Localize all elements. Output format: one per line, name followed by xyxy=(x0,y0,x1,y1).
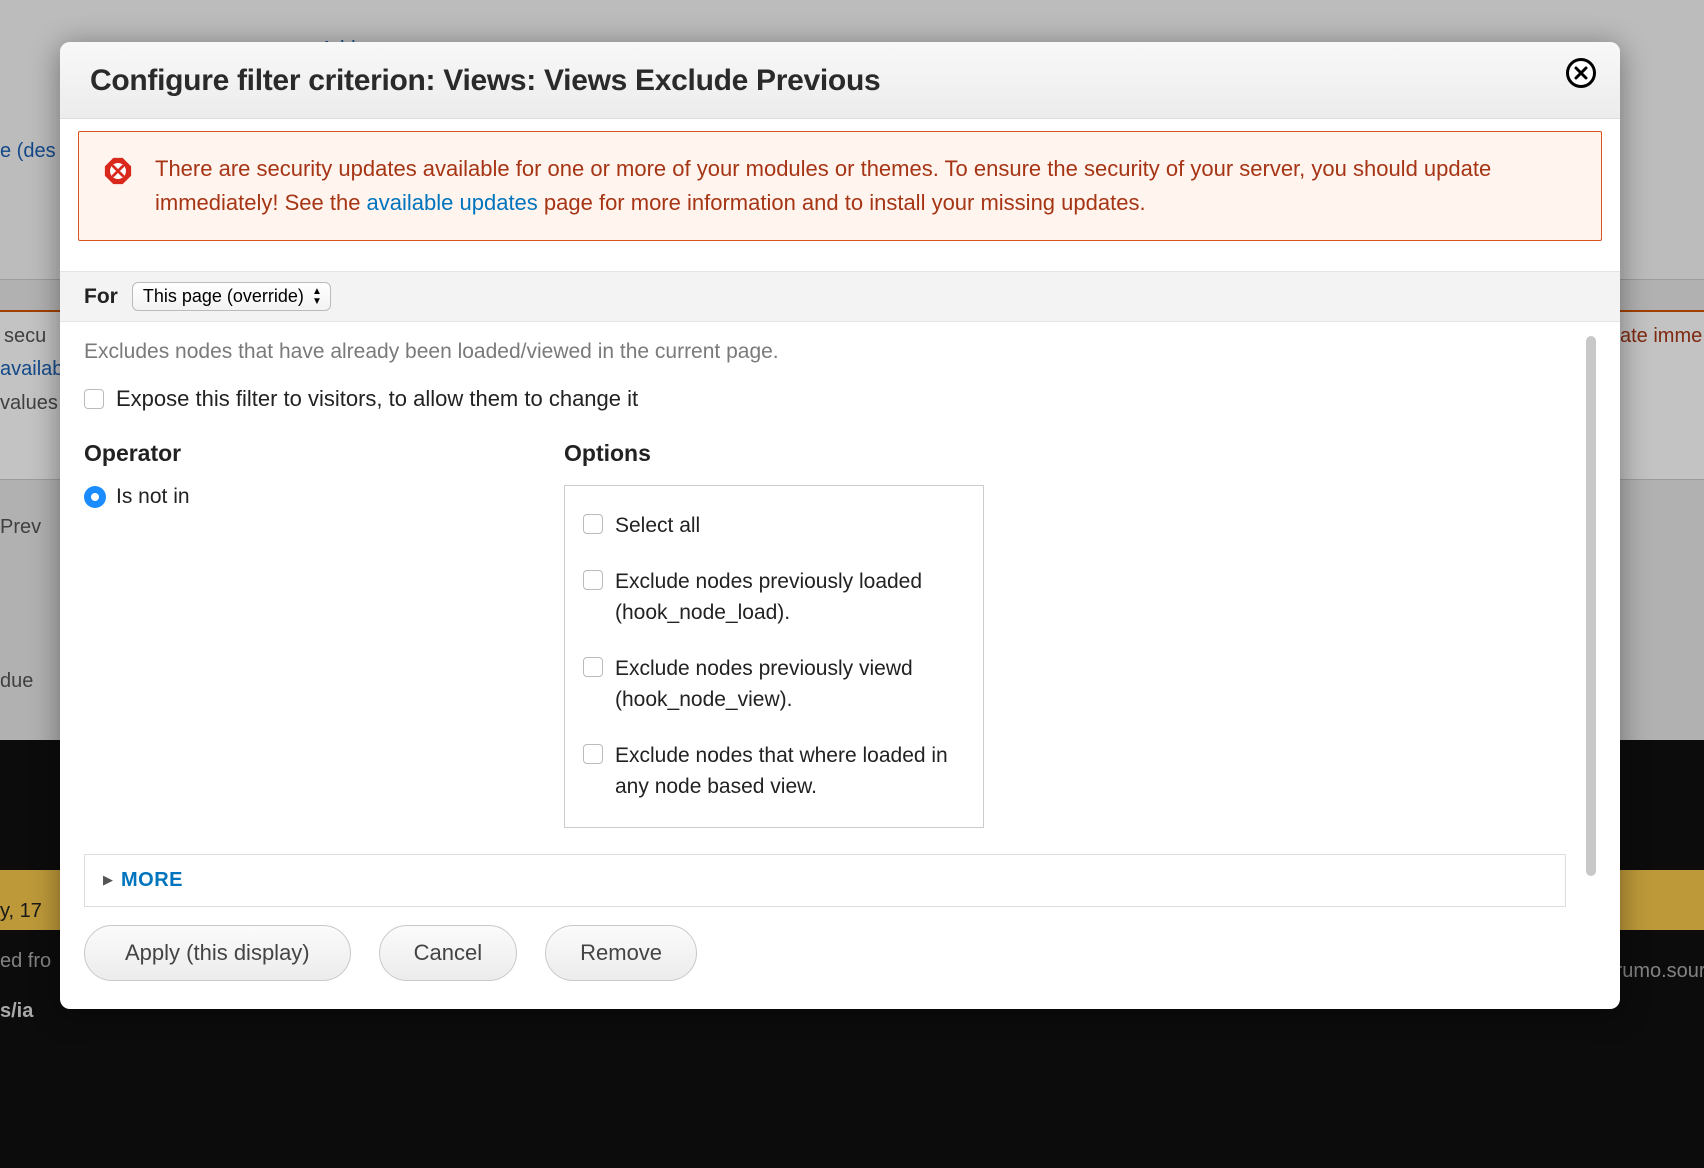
cancel-button[interactable]: Cancel xyxy=(379,925,517,981)
available-updates-link[interactable]: available updates xyxy=(367,190,538,215)
remove-button[interactable]: Remove xyxy=(545,925,697,981)
option-label: Exclude nodes previously viewd (hook_nod… xyxy=(615,653,965,716)
options-heading: Options xyxy=(564,440,984,467)
option-label: Select all xyxy=(615,510,700,542)
option-exclude-viewed-checkbox[interactable] xyxy=(583,657,603,677)
close-icon[interactable] xyxy=(1566,58,1596,88)
dialog-footer: Apply (this display) Cancel Remove xyxy=(60,907,1620,1009)
alert-text-after: page for more information and to install… xyxy=(538,190,1146,215)
scope-select-value: This page (override) xyxy=(143,286,304,307)
option-exclude-any-view-checkbox[interactable] xyxy=(583,744,603,764)
alert-message: There are security updates available for… xyxy=(155,152,1577,220)
expand-triangle-icon: ▶ xyxy=(103,872,113,888)
error-icon xyxy=(103,156,133,186)
dialog-header: Configure filter criterion: Views: Views… xyxy=(60,42,1620,119)
more-fieldset[interactable]: ▶ MORE xyxy=(84,854,1566,907)
dialog-body: Excludes nodes that have already been lo… xyxy=(60,322,1620,907)
expose-filter-label: Expose this filter to visitors, to allow… xyxy=(116,386,638,412)
filter-description: Excludes nodes that have already been lo… xyxy=(84,340,1566,364)
scrollbar[interactable] xyxy=(1586,332,1596,897)
expose-filter-checkbox[interactable] xyxy=(84,389,104,409)
scope-select[interactable]: This page (override) ▲▼ xyxy=(132,282,331,311)
option-label: Exclude nodes previously loaded (hook_no… xyxy=(615,566,965,629)
option-select-all-checkbox[interactable] xyxy=(583,514,603,534)
scrollbar-thumb[interactable] xyxy=(1586,336,1596,876)
apply-button[interactable]: Apply (this display) xyxy=(84,925,351,981)
option-exclude-loaded-checkbox[interactable] xyxy=(583,570,603,590)
for-label: For xyxy=(84,285,118,309)
for-scope-bar: For This page (override) ▲▼ xyxy=(60,271,1620,322)
operator-is-not-in-radio[interactable] xyxy=(84,486,106,508)
option-label: Exclude nodes that where loaded in any n… xyxy=(615,740,965,803)
dropdown-caret-icon: ▲▼ xyxy=(312,287,322,307)
dialog-title: Configure filter criterion: Views: Views… xyxy=(90,64,880,98)
operator-heading: Operator xyxy=(84,440,544,467)
operator-is-not-in-label: Is not in xyxy=(116,485,190,509)
options-column: Options Select all Exclude nodes previou… xyxy=(564,440,984,828)
operator-column: Operator Is not in xyxy=(84,440,544,828)
configure-filter-dialog: Configure filter criterion: Views: Views… xyxy=(60,42,1620,1009)
options-list: Select all Exclude nodes previously load… xyxy=(564,485,984,828)
more-label: MORE xyxy=(121,869,183,892)
security-update-alert: There are security updates available for… xyxy=(78,131,1602,241)
